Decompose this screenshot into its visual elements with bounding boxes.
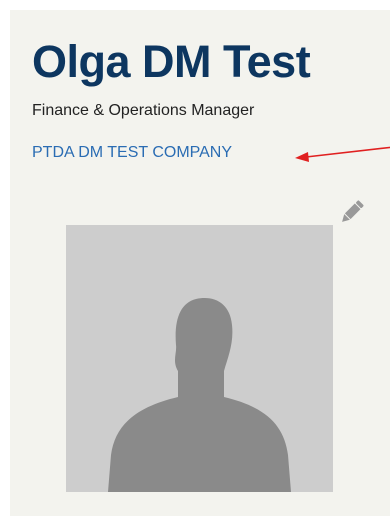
person-silhouette-icon xyxy=(108,298,291,492)
company-link[interactable]: PTDA DM TEST COMPANY xyxy=(32,142,232,164)
profile-job-title: Finance & Operations Manager xyxy=(32,102,255,119)
pencil-icon xyxy=(342,200,364,222)
profile-name: Olga DM Test xyxy=(32,36,311,87)
red-arrow-icon xyxy=(295,146,390,162)
profile-card: Olga DM Test Finance & Operations Manage… xyxy=(10,10,390,516)
edit-profile-button[interactable] xyxy=(336,196,368,228)
avatar xyxy=(66,225,333,492)
